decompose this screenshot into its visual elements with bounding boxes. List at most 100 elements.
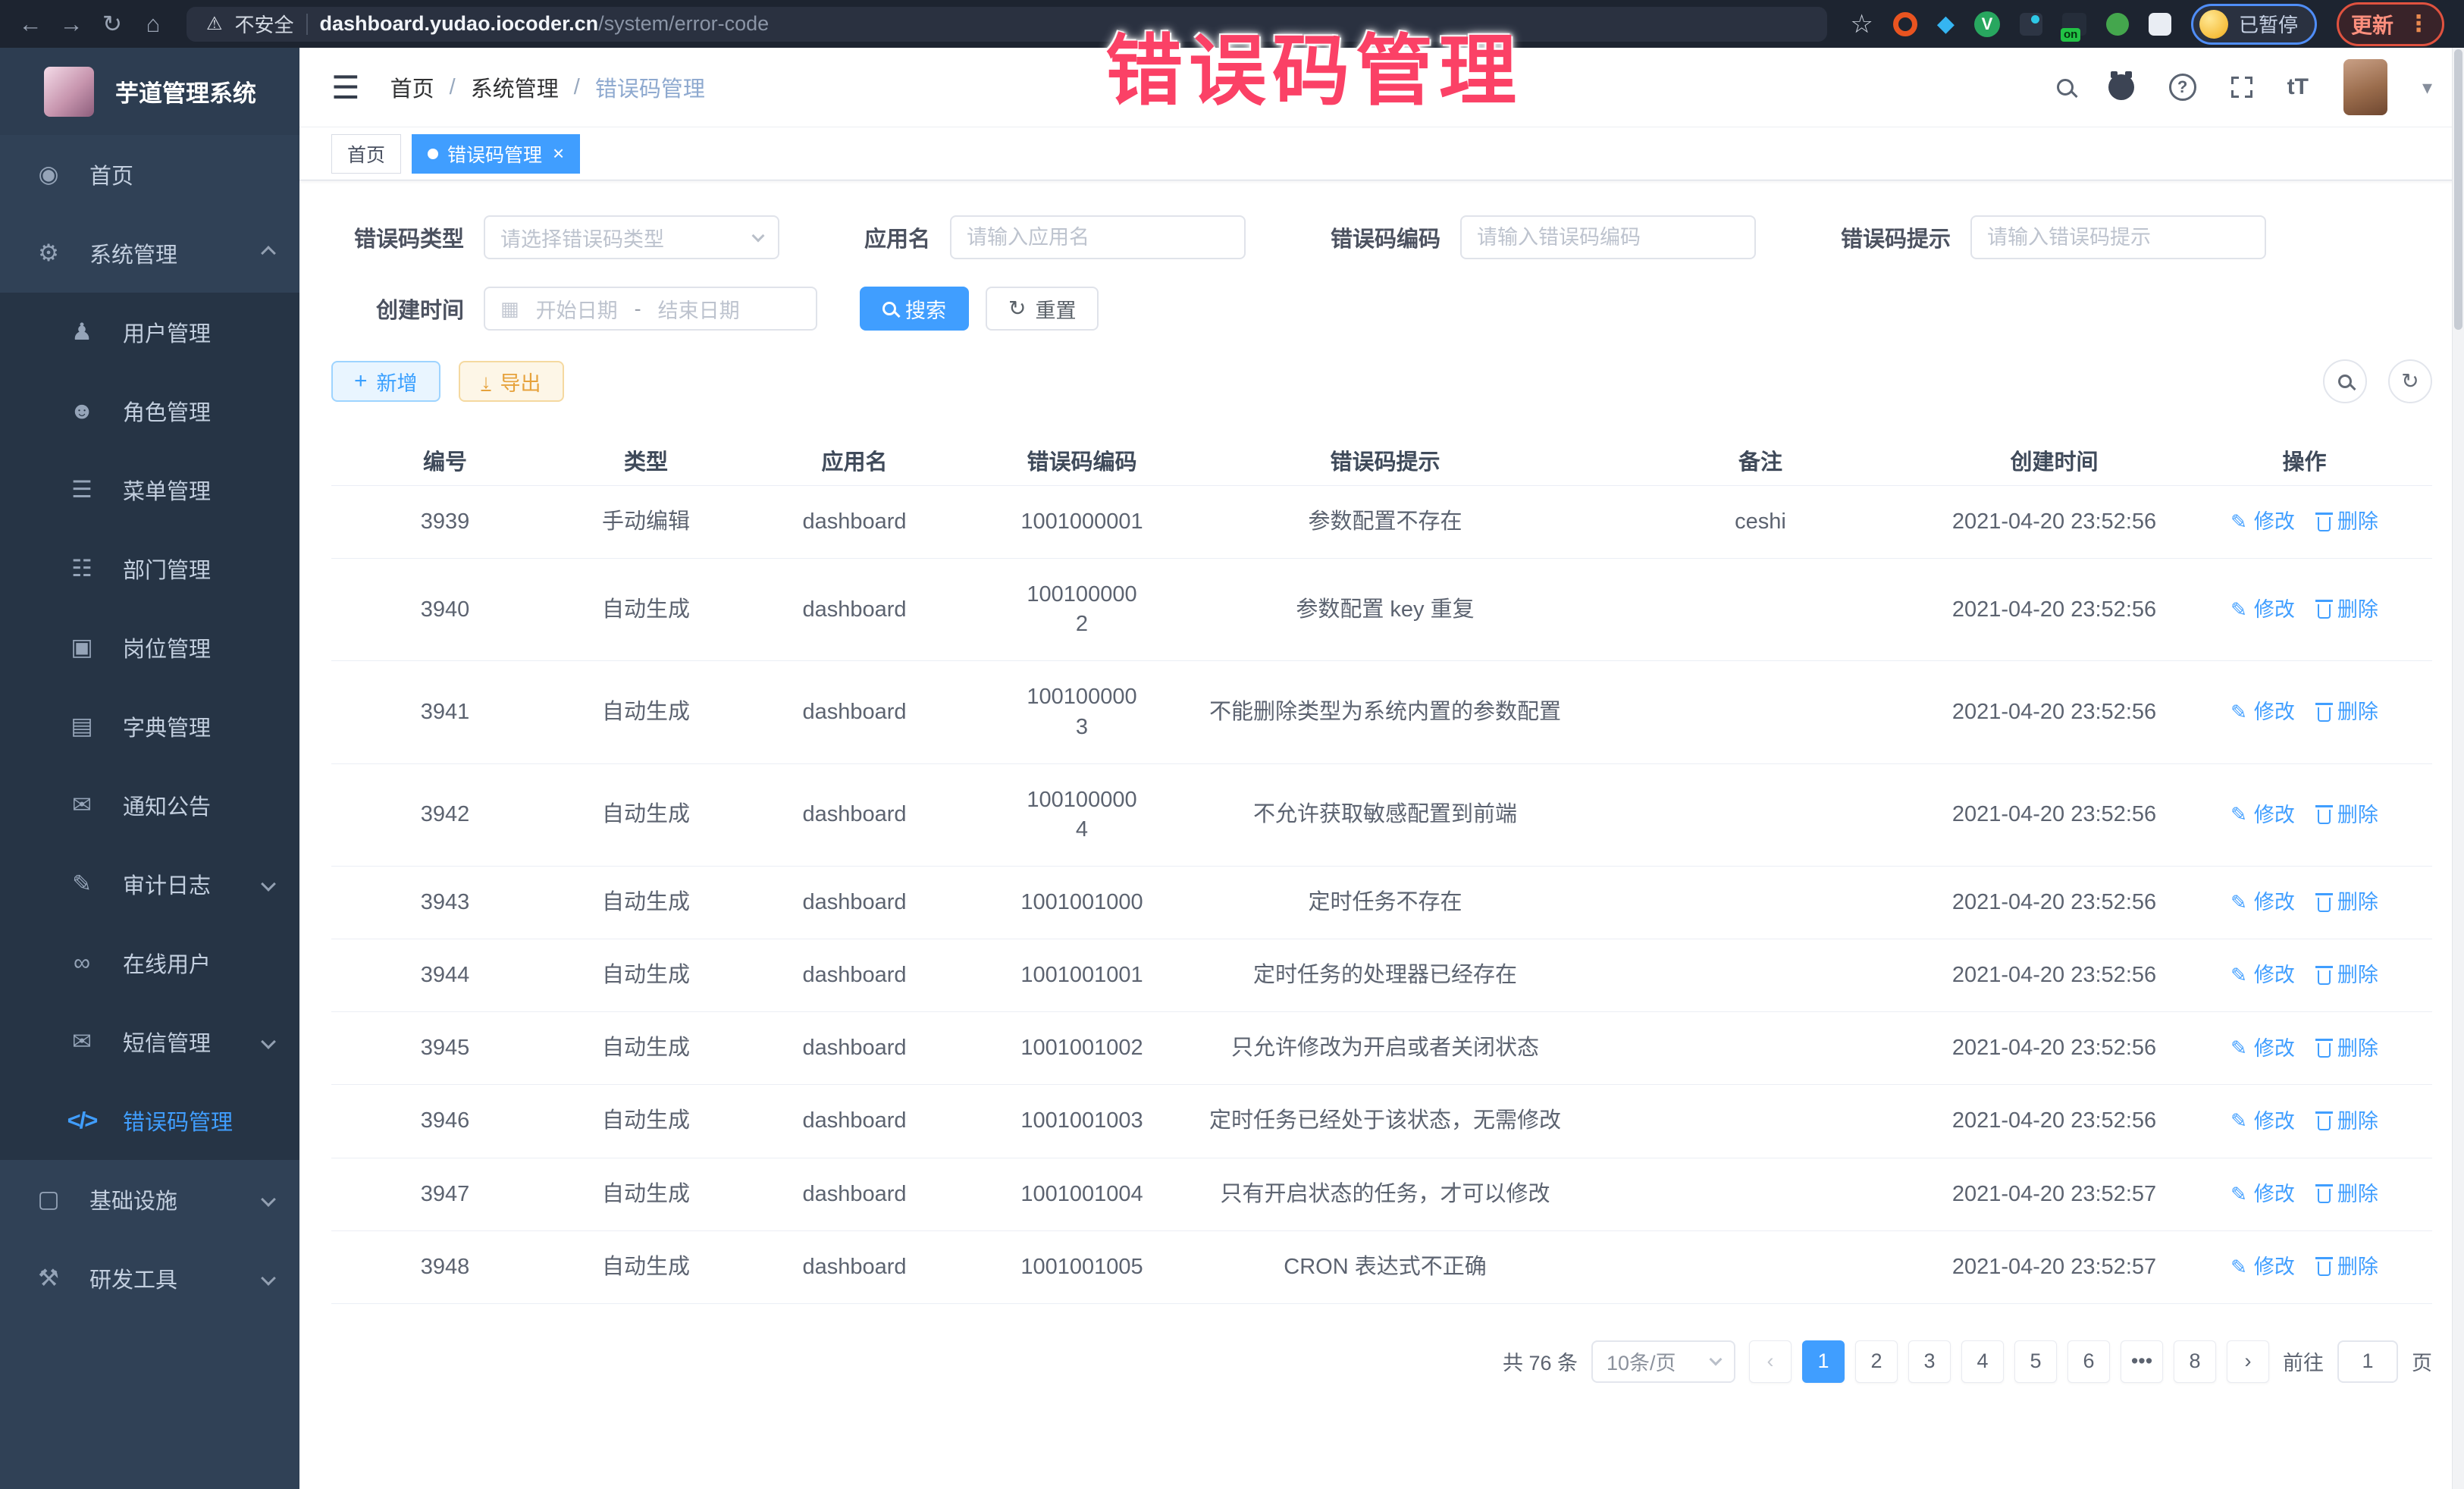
delete-link[interactable]: 删除 bbox=[2318, 961, 2378, 989]
delete-link[interactable]: 删除 bbox=[2318, 889, 2378, 916]
delete-link[interactable]: 删除 bbox=[2318, 1180, 2378, 1208]
edit-link[interactable]: ✎ 修改 bbox=[2230, 508, 2295, 535]
edit-link[interactable]: ✎ 修改 bbox=[2230, 1108, 2295, 1135]
prev-page-button[interactable]: ‹ bbox=[1749, 1340, 1792, 1383]
sidebar-item-home[interactable]: ◉ 首页 bbox=[0, 135, 299, 214]
page-button-5[interactable]: 5 bbox=[2014, 1340, 2057, 1383]
extensions-puzzle-icon[interactable] bbox=[2149, 13, 2171, 36]
breadcrumb-home[interactable]: 首页 bbox=[390, 71, 434, 103]
sidebar-item-notice[interactable]: ✉ 通知公告 bbox=[0, 766, 299, 845]
cell-operations: ✎ 修改 删除 bbox=[2170, 867, 2439, 939]
sidebar-item-system-management[interactable]: ⚙ 系统管理 bbox=[0, 214, 299, 293]
edit-link[interactable]: ✎ 修改 bbox=[2230, 698, 2295, 726]
trash-icon bbox=[2318, 1262, 2331, 1276]
profile-chip[interactable]: 已暂停 bbox=[2191, 4, 2317, 45]
error-code-input[interactable] bbox=[1477, 226, 1739, 249]
window-scrollbar[interactable] bbox=[2452, 48, 2464, 1489]
home-icon[interactable]: ⌂ bbox=[135, 11, 171, 38]
profile-avatar bbox=[2199, 10, 2228, 39]
edit-link[interactable]: ✎ 修改 bbox=[2230, 596, 2295, 623]
font-size-icon[interactable]: tT bbox=[2287, 74, 2309, 100]
sidebar-item-online-users[interactable]: ∞ 在线用户 bbox=[0, 923, 299, 1002]
delete-link[interactable]: 删除 bbox=[2318, 508, 2378, 535]
sidebar-item-post-management[interactable]: ▣ 岗位管理 bbox=[0, 608, 299, 687]
page-button-2[interactable]: 2 bbox=[1855, 1340, 1898, 1383]
extension-v-icon[interactable]: V bbox=[1974, 11, 2000, 37]
close-icon[interactable]: × bbox=[553, 142, 564, 165]
delete-link[interactable]: 删除 bbox=[2318, 1108, 2378, 1135]
page-button-1[interactable]: 1 bbox=[1802, 1340, 1845, 1383]
caret-down-icon[interactable]: ▾ bbox=[2422, 76, 2432, 99]
page-button-8[interactable]: 8 bbox=[2174, 1340, 2216, 1383]
extension-switch-icon[interactable]: on bbox=[2062, 13, 2086, 36]
extension-orange-icon[interactable] bbox=[1893, 12, 1917, 36]
error-code-type-select[interactable]: 请选择错误码类型 bbox=[484, 215, 779, 259]
field-label: 创建时间 bbox=[331, 293, 464, 324]
logo-bar[interactable]: 芋道管理系统 bbox=[0, 48, 299, 135]
breadcrumb-system[interactable]: 系统管理 bbox=[471, 71, 559, 103]
delete-link[interactable]: 删除 bbox=[2318, 698, 2378, 726]
pencil-icon: ✎ bbox=[2230, 597, 2247, 623]
tab-error-code-management[interactable]: 错误码管理 × bbox=[412, 134, 580, 174]
help-icon[interactable]: ? bbox=[2169, 74, 2196, 101]
scrollbar-thumb[interactable] bbox=[2454, 49, 2462, 330]
sidebar-item-role-management[interactable]: ☻ 角色管理 bbox=[0, 371, 299, 450]
sidebar-item-menu-management[interactable]: ☰ 菜单管理 bbox=[0, 450, 299, 529]
edit-link[interactable]: ✎ 修改 bbox=[2230, 1035, 2295, 1062]
sidebar-item-infrastructure[interactable]: ▢ 基础设施 bbox=[0, 1160, 299, 1239]
hamburger-icon[interactable]: ☰ bbox=[331, 69, 360, 106]
reset-button[interactable]: ↻ 重置 bbox=[986, 287, 1099, 331]
delete-link[interactable]: 删除 bbox=[2318, 596, 2378, 623]
more-pages-button[interactable]: ••• bbox=[2121, 1340, 2163, 1383]
sidebar-item-dev-tools[interactable]: ⚒ 研发工具 bbox=[0, 1239, 299, 1318]
goto-page-input[interactable] bbox=[2345, 1350, 2390, 1373]
edit-link[interactable]: ✎ 修改 bbox=[2230, 801, 2295, 829]
delete-link[interactable]: 删除 bbox=[2318, 1035, 2378, 1062]
export-button[interactable]: ↓ 导出 bbox=[459, 361, 564, 402]
toggle-search-button[interactable] bbox=[2323, 359, 2367, 403]
cell-type: 自动生成 bbox=[559, 939, 733, 1011]
user-avatar[interactable] bbox=[2343, 59, 2387, 115]
delete-link[interactable]: 删除 bbox=[2318, 801, 2378, 829]
dashboard-icon: ◉ bbox=[32, 161, 65, 188]
cell-type: 自动生成 bbox=[559, 559, 733, 660]
trash-icon bbox=[2318, 604, 2331, 619]
tab-home[interactable]: 首页 bbox=[331, 134, 401, 174]
reload-icon[interactable]: ↻ bbox=[94, 11, 130, 38]
search-icon[interactable] bbox=[2057, 79, 2074, 96]
sidebar-item-department-management[interactable]: ☷ 部门管理 bbox=[0, 529, 299, 608]
next-page-button[interactable]: › bbox=[2227, 1340, 2269, 1383]
sidebar-item-audit-log[interactable]: ✎ 审计日志 bbox=[0, 845, 299, 923]
sidebar-item-sms-management[interactable]: ✉ 短信管理 bbox=[0, 1002, 299, 1081]
search-button[interactable]: 搜索 bbox=[860, 287, 969, 331]
fullscreen-icon[interactable] bbox=[2231, 77, 2252, 98]
address-bar[interactable]: ⚠ 不安全 dashboard.yudao.iocoder.cn/system/… bbox=[187, 7, 1827, 42]
sidebar-item-error-code-management[interactable]: </> 错误码管理 bbox=[0, 1081, 299, 1160]
edit-link[interactable]: ✎ 修改 bbox=[2230, 1253, 2295, 1281]
edit-link[interactable]: ✎ 修改 bbox=[2230, 1180, 2295, 1208]
browser-actions: ☆ ◆ V on 已暂停 更新 ⋮ bbox=[1842, 2, 2452, 46]
back-icon[interactable]: ← bbox=[12, 11, 49, 38]
extension-grid-icon[interactable] bbox=[2020, 13, 2042, 36]
page-button-3[interactable]: 3 bbox=[1908, 1340, 1951, 1383]
page-button-6[interactable]: 6 bbox=[2067, 1340, 2110, 1383]
date-range-picker[interactable]: ▦ 开始日期 - 结束日期 bbox=[484, 287, 817, 331]
sidebar-item-dict-management[interactable]: ▤ 字典管理 bbox=[0, 687, 299, 766]
extension-gem-icon[interactable]: ◆ bbox=[1937, 11, 1955, 37]
bookmark-star-icon[interactable]: ☆ bbox=[1850, 9, 1873, 39]
edit-link[interactable]: ✎ 修改 bbox=[2230, 961, 2295, 989]
app-name-input[interactable] bbox=[967, 226, 1229, 249]
github-icon[interactable] bbox=[2108, 74, 2134, 100]
forward-icon[interactable]: → bbox=[53, 11, 89, 38]
extension-key-icon[interactable] bbox=[2106, 13, 2129, 36]
update-button[interactable]: 更新 ⋮ bbox=[2337, 2, 2444, 46]
page-button-4[interactable]: 4 bbox=[1961, 1340, 2004, 1383]
edit-link[interactable]: ✎ 修改 bbox=[2230, 889, 2295, 916]
kebab-menu-icon[interactable]: ⋮ bbox=[2407, 11, 2430, 37]
add-button[interactable]: + 新增 bbox=[331, 361, 440, 402]
sidebar-item-user-management[interactable]: ♟ 用户管理 bbox=[0, 293, 299, 371]
page-size-select[interactable]: 10条/页 bbox=[1591, 1340, 1735, 1383]
delete-link[interactable]: 删除 bbox=[2318, 1253, 2378, 1281]
error-hint-input[interactable] bbox=[1987, 226, 2249, 249]
refresh-table-button[interactable]: ↻ bbox=[2388, 359, 2432, 403]
